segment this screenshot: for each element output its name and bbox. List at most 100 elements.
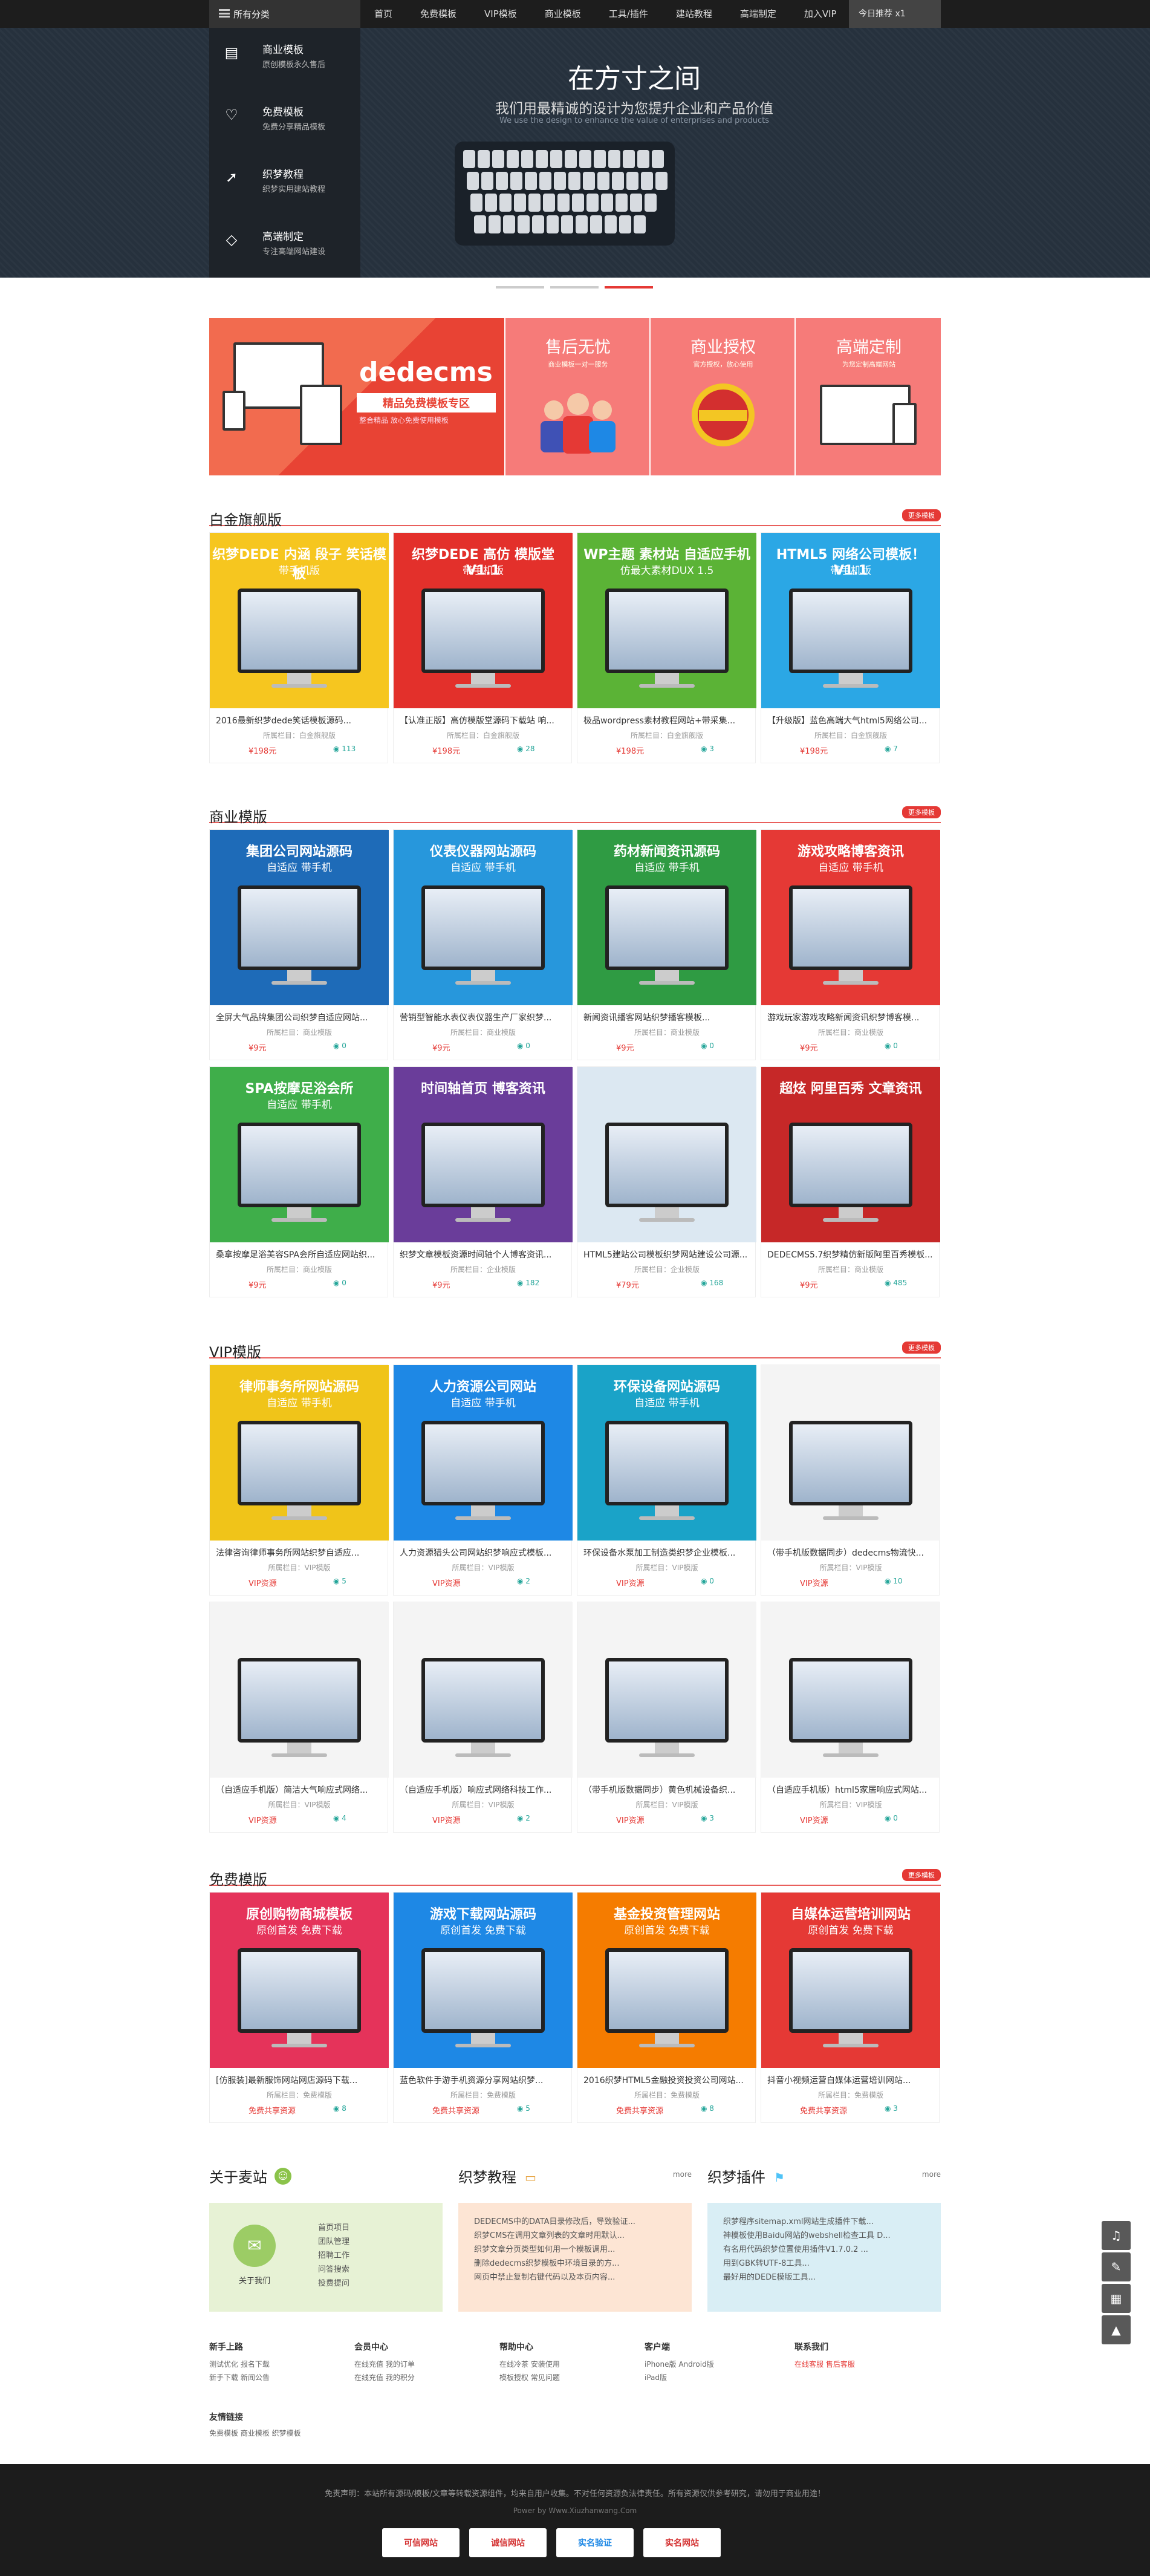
template-card[interactable]: 游戏下载网站源码 原创首发 免费下载 蓝色软件手游手机资源分享网站织梦... 所属栏目…: [393, 1892, 573, 2123]
plugin-item[interactable]: 神模板使用Baidu网站的webshell检查工具 D...: [723, 2229, 891, 2243]
tutorial-item[interactable]: 删除dedecms织梦模板中环境目录的方...: [474, 2257, 635, 2271]
tutorial-item[interactable]: 织梦CMS在调用文章列表的文章时用默认...: [474, 2229, 635, 2243]
plugin-more-link[interactable]: more: [922, 2170, 941, 2179]
template-thumbnail[interactable]: 基金投资管理网站 原创首发 免费下载: [577, 1893, 756, 2068]
template-card[interactable]: 超炫 阿里百秀 文章资讯 DEDECMS5.7织梦精仿新版阿里百秀模板... 所属栏…: [761, 1066, 940, 1297]
template-card[interactable]: HTML5 网络公司模板！ V1.1 带手机版 【升级版】蓝色高端大气html5网络…: [761, 532, 940, 763]
template-card[interactable]: 药材新闻资讯源码 自适应 带手机 新闻资讯播客网站织梦播客模板... 所属栏目：商业模…: [577, 829, 756, 1060]
template-title[interactable]: [仿服装]最新服饰网站网店源码下载...: [216, 2074, 383, 2086]
nav-vip-templates[interactable]: VIP模板: [470, 0, 531, 28]
footer-link[interactable]: 新手下载 新闻公告: [209, 2371, 330, 2384]
template-card[interactable]: 自媒体运营培训网站 原创首发 免费下载 抖音小视频运营自媒体运营培训网站... 所属栏…: [761, 1892, 940, 2123]
trust-badge[interactable]: 可信网站: [382, 2528, 460, 2557]
footer-link[interactable]: 在线充值 我的订单: [354, 2358, 475, 2371]
template-title[interactable]: 营销型智能水表仪表仪器生产厂家织梦...: [400, 1011, 567, 1023]
template-thumbnail[interactable]: 自媒体运营培训网站 原创首发 免费下载: [761, 1893, 940, 2068]
about-us-link[interactable]: 关于我们: [227, 2274, 282, 2286]
slider-dot[interactable]: [550, 286, 599, 289]
template-thumbnail[interactable]: 药材新闻资讯源码 自适应 带手机: [577, 830, 756, 1005]
more-templates-button[interactable]: 更多模板: [902, 1342, 941, 1354]
about-item[interactable]: 招聘工作: [318, 2249, 349, 2263]
template-title[interactable]: （自适应手机版）响应式网络科技工作...: [400, 1784, 567, 1796]
template-card[interactable]: 时间轴首页 博客资讯 织梦文章模板资源时间轴个人博客资讯... 所属栏目：企业模版 ¥…: [393, 1066, 573, 1297]
template-thumbnail[interactable]: 环保设备网站源码 自适应 带手机: [577, 1365, 756, 1541]
promo-license[interactable]: 商业授权 官方授权，放心使用: [649, 318, 794, 475]
footer-link[interactable]: iPhone版 Android版: [645, 2358, 765, 2371]
template-title[interactable]: 织梦文章模板资源时间轴个人博客资讯...: [400, 1248, 567, 1260]
template-title[interactable]: （自适应手机版）html5家居响应式网站...: [767, 1784, 934, 1796]
footer-link[interactable]: 在线客服 售后客服: [794, 2358, 915, 2371]
tutorial-item[interactable]: DEDECMS中的DATA目录修改后，导致验证...: [474, 2215, 635, 2229]
template-title[interactable]: 2016织梦HTML5金融投资投资公司网站...: [583, 2074, 750, 2086]
template-title[interactable]: 桑拿按摩足浴美容SPA会所自适应网站织...: [216, 1248, 383, 1260]
template-title[interactable]: 极品wordpress素材教程网站+带采集...: [583, 714, 750, 726]
footer-link[interactable]: iPad版: [645, 2371, 765, 2384]
friend-links-row[interactable]: 免费模板 商业模板 织梦模板: [209, 2428, 301, 2438]
template-thumbnail[interactable]: 时间轴首页 博客资讯: [394, 1067, 573, 1242]
footer-link[interactable]: 测试优化 报名下载: [209, 2358, 330, 2371]
template-card[interactable]: 织梦DEDE 高仿 模版堂 V1.1 带手机版【认准正版】高仿模版堂源码下载站 响…: [393, 532, 573, 763]
template-thumbnail[interactable]: 游戏攻略博客资讯 自适应 带手机: [761, 830, 940, 1005]
footer-link[interactable]: 模板授权 常见问题: [499, 2371, 620, 2384]
sidecat-item-tutorial[interactable]: ➚ 织梦教程 织梦实用建站教程: [209, 152, 360, 215]
template-thumbnail[interactable]: 织梦DEDE 高仿 模版堂 V1.1 带手机版: [394, 533, 573, 708]
sidecat-item-commercial[interactable]: ▤ 商业模板 原创模板永久售后: [209, 28, 360, 90]
template-title[interactable]: 法律咨询律师事务所网站织梦自适应...: [216, 1547, 383, 1559]
template-thumbnail[interactable]: 律师事务所网站源码 自适应 带手机: [210, 1365, 389, 1541]
template-card[interactable]: 原创购物商城模板 原创首发 免费下载 [仿服装]最新服饰网站网店源码下载... 所属栏…: [209, 1892, 389, 2123]
sidecat-item-custom[interactable]: ◇ 高端制定 专注高端网站建设: [209, 215, 360, 277]
template-thumbnail[interactable]: WP主题 素材站 自适应手机 仿最大素材DUX 1.5: [577, 533, 756, 708]
template-thumbnail[interactable]: [761, 1602, 940, 1778]
nav-commercial-templates[interactable]: 商业模板: [531, 0, 595, 28]
template-card[interactable]: 基金投资管理网站 原创首发 免费下载 2016织梦HTML5金融投资投资公司网站..…: [577, 1892, 756, 2123]
nav-custom[interactable]: 高端制定: [726, 0, 790, 28]
trust-badge[interactable]: 实名验证: [556, 2528, 634, 2557]
template-title[interactable]: 【认准正版】高仿模版堂源码下载站 响...: [400, 714, 567, 726]
template-title[interactable]: 抖音小视频运营自媒体运营培训网站...: [767, 2074, 934, 2086]
plugin-item[interactable]: 用到GBK转UTF-8工具...: [723, 2257, 891, 2271]
template-card[interactable]: （自适应手机版）响应式网络科技工作... 所属栏目：VIP模版 VIP资源 ◉ 2: [393, 1602, 573, 1833]
feedback-icon[interactable]: ✎: [1102, 2252, 1131, 2281]
template-card[interactable]: （带手机版数据同步）黄色机械设备织... 所属栏目：VIP模版 VIP资源 ◉ 3: [577, 1602, 756, 1833]
plugin-item[interactable]: 织梦程序sitemap.xml网站生成插件下载...: [723, 2215, 891, 2229]
template-title[interactable]: 游戏玩家游戏攻略新闻资讯织梦博客模...: [767, 1011, 934, 1023]
sidecat-item-free[interactable]: ♡ 免费模板 免费分享精品模板: [209, 90, 360, 152]
back-to-top-icon[interactable]: ▲: [1102, 2315, 1131, 2344]
about-item[interactable]: 问答搜索: [318, 2263, 349, 2277]
template-thumbnail[interactable]: [577, 1067, 756, 1242]
template-title[interactable]: （带手机版数据同步）黄色机械设备织...: [583, 1784, 750, 1796]
more-templates-button[interactable]: 更多模板: [902, 1869, 941, 1881]
template-title[interactable]: DEDECMS5.7织梦精仿新版阿里百秀模板...: [767, 1248, 934, 1260]
template-card[interactable]: 人力资源公司网站 自适应 带手机 人力资源猎头公司网站织梦响应式模板... 所属栏目：…: [393, 1365, 573, 1596]
template-title[interactable]: （带手机版数据同步）dedecms物流快...: [767, 1547, 934, 1559]
template-title[interactable]: HTML5建站公司模板织梦网站建设公司源...: [583, 1248, 750, 1260]
plugin-item[interactable]: 最好用的DEDE模版工具...: [723, 2271, 891, 2284]
nav-tools-plugins[interactable]: 工具/插件: [595, 0, 662, 28]
template-card[interactable]: 织梦DEDE 内涵 段子 笑话模板 带手机版 2016最新织梦dede笑话模板源码.…: [209, 532, 389, 763]
template-thumbnail[interactable]: 原创购物商城模板 原创首发 免费下载: [210, 1893, 389, 2068]
template-thumbnail[interactable]: [577, 1602, 756, 1778]
template-title[interactable]: 环保设备水泵加工制造类织梦企业模板...: [583, 1547, 750, 1559]
footer-link[interactable]: 在线充值 我的积分: [354, 2371, 475, 2384]
template-title[interactable]: 2016最新织梦dede笑话模板源码...: [216, 714, 383, 726]
dedecms-promo[interactable]: dedecms 精品免费模板专区 整合精品 放心免费使用模板: [209, 318, 504, 475]
all-categories-button[interactable]: 所有分类: [209, 0, 360, 28]
bell-icon[interactable]: ♫: [1102, 2221, 1131, 2250]
more-templates-button[interactable]: 更多模板: [902, 509, 941, 521]
template-title[interactable]: （自适应手机版）简洁大气响应式网络...: [216, 1784, 383, 1796]
plugin-item[interactable]: 有名用代码织梦位置使用插件V1.7.0.2 ...: [723, 2243, 891, 2257]
about-item[interactable]: 团队管理: [318, 2235, 349, 2249]
about-item[interactable]: 首页项目: [318, 2221, 349, 2235]
template-card[interactable]: 环保设备网站源码 自适应 带手机 环保设备水泵加工制造类织梦企业模板... 所属栏目：…: [577, 1365, 756, 1596]
template-title[interactable]: 蓝色软件手游手机资源分享网站织梦...: [400, 2074, 567, 2086]
template-thumbnail[interactable]: [761, 1365, 940, 1541]
slider-dot[interactable]: [496, 286, 544, 289]
template-thumbnail[interactable]: SPA按摩足浴会所 自适应 带手机: [210, 1067, 389, 1242]
more-templates-button[interactable]: 更多模板: [902, 806, 941, 818]
template-card[interactable]: （自适应手机版）html5家居响应式网站... 所属栏目：VIP模版 VIP资源 ◉ …: [761, 1602, 940, 1833]
template-card[interactable]: HTML5建站公司模板织梦网站建设公司源... 所属栏目：企业模版 ¥79元 ◉ 16…: [577, 1066, 756, 1297]
template-card[interactable]: （带手机版数据同步）dedecms物流快... 所属栏目：VIP模版 VIP资源 ◉ …: [761, 1365, 940, 1596]
template-card[interactable]: 集团公司网站源码 自适应 带手机 全屏大气品牌集团公司织梦自适应网站... 所属栏目：…: [209, 829, 389, 1060]
about-item[interactable]: 投费提问: [318, 2277, 349, 2291]
template-thumbnail[interactable]: 人力资源公司网站 自适应 带手机: [394, 1365, 573, 1541]
